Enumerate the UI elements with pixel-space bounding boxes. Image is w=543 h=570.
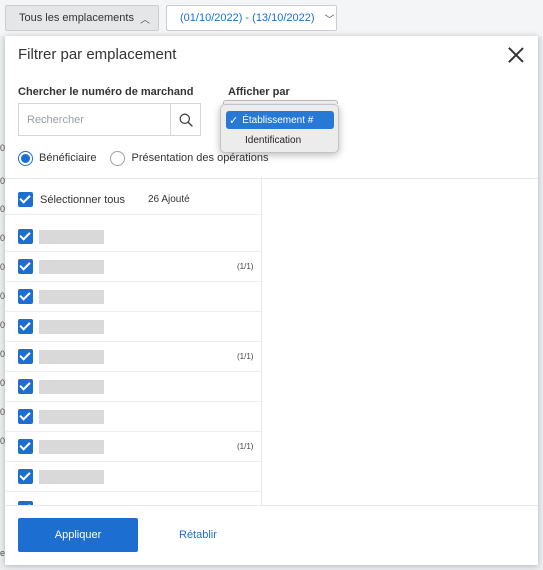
item-checkbox[interactable] [18, 379, 33, 394]
item-count: (1/1) [237, 262, 254, 271]
location-filter-button[interactable]: Tous les emplacements ︿ [5, 5, 159, 31]
redacted-name [39, 380, 104, 394]
item-checkbox[interactable] [18, 409, 33, 424]
list-item[interactable] [5, 372, 261, 402]
option-identification[interactable]: Identification [226, 131, 334, 149]
redacted-name [39, 470, 104, 484]
item-checkbox[interactable] [18, 469, 33, 484]
display-by-dropdown: ✓ Établissement # Identification [220, 104, 339, 153]
chevron-up-icon: ︿ [139, 14, 150, 26]
radio-beneficiaire[interactable] [18, 150, 33, 166]
radio-presentation-operations[interactable] [110, 150, 126, 166]
item-checkbox[interactable] [18, 259, 33, 274]
search-button[interactable] [170, 104, 200, 135]
redacted-name [39, 230, 104, 244]
search-icon [179, 113, 193, 127]
redacted-name [39, 290, 104, 304]
added-count: 26 Ajouté [148, 194, 190, 205]
item-checkbox[interactable] [18, 229, 33, 244]
reset-link[interactable]: Rétablir [179, 529, 217, 541]
modal-title: Filtrer par emplacement [18, 46, 177, 63]
item-count: (1/1) [237, 442, 254, 451]
list-item[interactable] [5, 312, 261, 342]
option-label: Identification [245, 134, 302, 146]
apply-button[interactable]: Appliquer [18, 518, 138, 552]
redacted-name [39, 320, 104, 334]
redacted-name [39, 260, 104, 274]
item-checkbox[interactable] [18, 349, 33, 364]
date-range-button[interactable]: (01/10/2022) - (13/10/2022) ﹀ [166, 5, 337, 31]
list-item[interactable] [5, 222, 261, 252]
radio-label: Présentation des opérations [131, 152, 269, 164]
close-icon[interactable] [505, 44, 527, 66]
checkmark-icon: ✓ [229, 114, 239, 127]
search-box [18, 103, 201, 136]
search-label: Chercher le numéro de marchand [18, 86, 194, 98]
redacted-name [39, 410, 104, 424]
redacted-name [39, 440, 104, 454]
list-item[interactable] [5, 462, 261, 492]
date-range-label: (01/10/2022) - (13/10/2022) [180, 12, 315, 24]
option-etablissement[interactable]: ✓ Établissement # [226, 111, 334, 129]
item-checkbox[interactable] [18, 289, 33, 304]
list-item[interactable] [5, 282, 261, 312]
redacted-name [39, 350, 104, 364]
list-item[interactable] [5, 402, 261, 432]
search-input[interactable] [19, 104, 170, 135]
list-item[interactable]: (1/1) [5, 342, 261, 372]
select-all-checkbox[interactable] [18, 192, 33, 207]
display-by-label: Afficher par [228, 86, 290, 98]
option-label: Établissement # [242, 114, 314, 126]
item-checkbox[interactable] [18, 319, 33, 334]
list-item[interactable] [5, 492, 261, 505]
radio-label: Bénéficiaire [39, 152, 97, 164]
location-filter-label: Tous les emplacements [19, 12, 134, 24]
location-list: Sélectionner tous 26 Ajouté (1/1) (1/1) [5, 179, 262, 505]
select-all-label: Sélectionner tous [40, 194, 125, 206]
modal-footer: Appliquer Rétablir [5, 505, 538, 565]
item-checkbox[interactable] [18, 439, 33, 454]
list-item[interactable]: (1/1) [5, 432, 261, 462]
top-bar: Tous les emplacements ︿ (01/10/2022) - (… [0, 0, 543, 36]
select-all-row: Sélectionner tous 26 Ajouté [5, 185, 261, 215]
item-count: (1/1) [237, 352, 254, 361]
chevron-down-icon: ﹀ [324, 14, 335, 26]
list-item[interactable]: (1/1) [5, 252, 261, 282]
